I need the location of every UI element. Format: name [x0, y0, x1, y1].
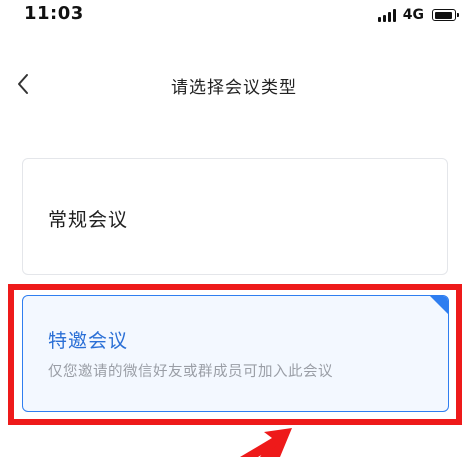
- battery-icon: [432, 9, 459, 21]
- network-type: 4G: [402, 7, 424, 23]
- meeting-type-option-regular[interactable]: 常规会议: [22, 158, 448, 275]
- option-title: 常规会议: [48, 209, 129, 231]
- status-indicators: 4G: [377, 7, 459, 23]
- option-title: 特邀会议: [48, 330, 129, 352]
- page-title: 请选择会议类型: [171, 78, 297, 98]
- option-description: 仅您邀请的微信好友或群成员可加入此会议: [48, 364, 333, 380]
- selected-corner-icon: [430, 296, 448, 314]
- nav-bar: 请选择会议类型: [0, 62, 468, 106]
- meeting-type-option-invited[interactable]: 特邀会议 仅您邀请的微信好友或群成员可加入此会议: [22, 295, 449, 412]
- red-arrow-icon: [240, 428, 292, 457]
- signal-bars-icon: [377, 8, 396, 22]
- status-time: 11:03: [24, 3, 84, 24]
- status-bar: 11:03 4G: [0, 0, 468, 30]
